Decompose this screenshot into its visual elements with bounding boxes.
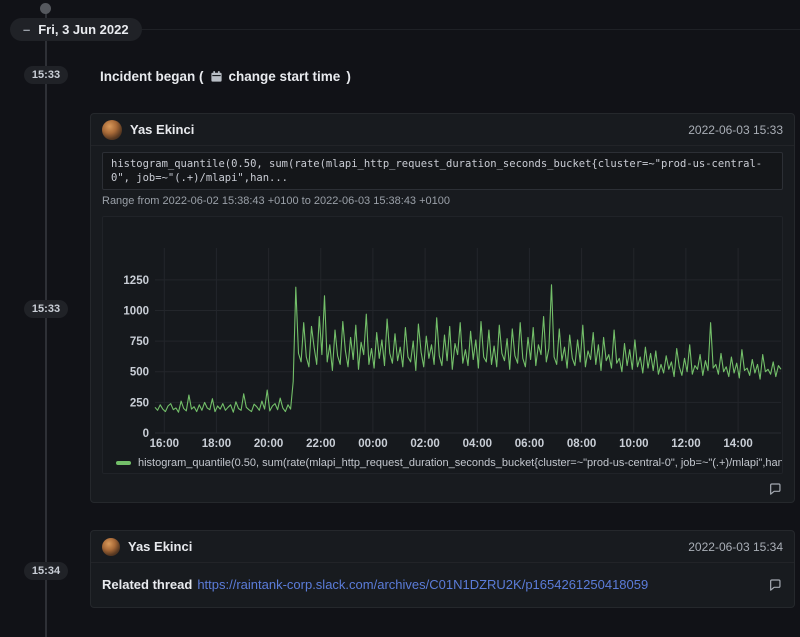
comment-button[interactable] [765, 575, 783, 593]
card-header: Yas Ekinci 2022-06-03 15:33 [91, 114, 794, 146]
card-header: Yas Ekinci 2022-06-03 15:34 [91, 531, 794, 563]
svg-text:02:00: 02:00 [410, 438, 439, 450]
svg-text:750: 750 [130, 336, 149, 348]
svg-text:1250: 1250 [123, 275, 149, 287]
speech-bubble-icon [767, 577, 782, 592]
collapse-icon[interactable]: – [23, 23, 30, 36]
time-range-text: Range from 2022-06-02 15:38:43 +0100 to … [102, 195, 783, 207]
timeline-rail [45, 12, 47, 637]
legend-item[interactable]: histogram_quantile(0.50, sum(rate(mlapi_… [103, 453, 782, 473]
slack-thread-link[interactable]: https://raintank-corp.slack.com/archives… [197, 577, 648, 592]
svg-text:00:00: 00:00 [358, 438, 387, 450]
avatar [102, 538, 120, 556]
chart-panel: 16:00 18:00 20:00 22:00 00:00 02:00 04:00 06:00… [102, 216, 783, 474]
date-collapse-pill[interactable]: – Fri, 3 Jun 2022 [10, 18, 142, 41]
date-label: Fri, 3 Jun 2022 [38, 22, 128, 37]
svg-text:10:00: 10:00 [619, 438, 648, 450]
svg-text:12:00: 12:00 [671, 438, 700, 450]
avatar [102, 120, 122, 140]
timeline-card-thread: Yas Ekinci 2022-06-03 15:34 Related thre… [90, 530, 795, 608]
incident-began-text: Incident began ( [100, 69, 204, 84]
legend-swatch [116, 461, 131, 465]
incident-began-text-close: ) [346, 69, 351, 84]
svg-text:16:00: 16:00 [150, 438, 179, 450]
svg-text:20:00: 20:00 [254, 438, 283, 450]
svg-text:500: 500 [130, 367, 149, 379]
timeline-card-chart: Yas Ekinci 2022-06-03 15:33 histogram_qu… [90, 113, 795, 503]
svg-text:06:00: 06:00 [515, 438, 544, 450]
speech-bubble-icon [767, 481, 782, 496]
change-start-time-button[interactable]: change start time [229, 69, 341, 84]
svg-text:22:00: 22:00 [306, 438, 335, 450]
related-thread-label: Related thread [102, 577, 192, 592]
incident-began-row: Incident began ( change start time ) [100, 66, 351, 86]
svg-text:250: 250 [130, 397, 149, 409]
timeline-time-badge: 15:33 [24, 66, 68, 84]
calendar-icon [210, 70, 223, 83]
timeline-dot [40, 3, 51, 14]
svg-text:04:00: 04:00 [463, 438, 492, 450]
legend-label: histogram_quantile(0.50, sum(rate(mlapi_… [138, 457, 782, 469]
date-divider [124, 29, 800, 30]
card-timestamp: 2022-06-03 15:33 [688, 123, 783, 137]
svg-text:08:00: 08:00 [567, 438, 596, 450]
timeline-time-badge: 15:33 [24, 300, 68, 318]
svg-text:0: 0 [143, 428, 149, 440]
svg-text:1000: 1000 [123, 306, 149, 318]
svg-text:18:00: 18:00 [202, 438, 231, 450]
timeseries-chart[interactable]: 16:00 18:00 20:00 22:00 00:00 02:00 04:00 06:00… [103, 217, 783, 453]
comment-button[interactable] [765, 479, 783, 497]
author-name: Yas Ekinci [130, 122, 194, 137]
author-name: Yas Ekinci [128, 539, 192, 554]
timeline-time-badge: 15:34 [24, 562, 68, 580]
card-timestamp: 2022-06-03 15:34 [688, 540, 783, 554]
svg-text:14:00: 14:00 [723, 438, 752, 450]
promql-query-block[interactable]: histogram_quantile(0.50, sum(rate(mlapi_… [102, 152, 783, 190]
